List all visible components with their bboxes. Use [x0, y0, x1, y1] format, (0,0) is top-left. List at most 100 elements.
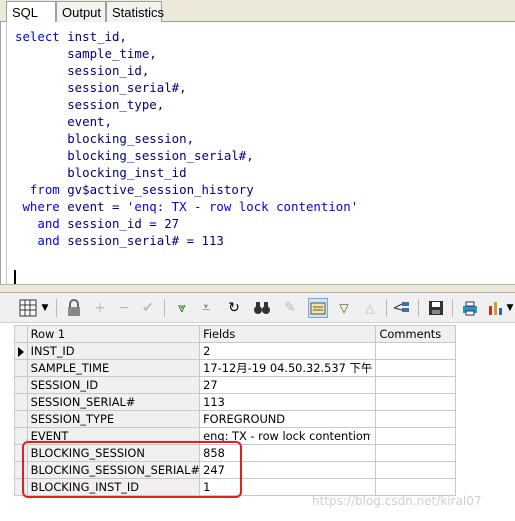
- chart-icon[interactable]: [486, 298, 506, 318]
- watermark: https://blog.csdn.net/kiral07: [312, 494, 482, 508]
- row-indicator[interactable]: [15, 360, 28, 377]
- sql-editor[interactable]: select inst_id, sample_time, session_id,…: [0, 22, 515, 286]
- table-row[interactable]: INST_ID 2: [15, 343, 456, 360]
- sql-line: event,: [15, 113, 358, 130]
- tab-statistics[interactable]: Statistics: [106, 1, 164, 22]
- comment-cell[interactable]: [376, 445, 456, 462]
- sql-line: session_id,: [15, 62, 358, 79]
- tab-sql[interactable]: SQL: [6, 1, 56, 23]
- more-ellipsis-button[interactable]: ···: [362, 360, 372, 376]
- sql-token: session_id,: [15, 63, 150, 78]
- add-record-icon[interactable]: +: [90, 298, 110, 318]
- table-row[interactable]: SESSION_SERIAL# 113: [15, 394, 456, 411]
- fetch-last-icon[interactable]: ⩡: [196, 298, 216, 318]
- toolbar-separator: [386, 299, 387, 317]
- fetch-next-icon[interactable]: ⩔: [172, 298, 192, 318]
- field-value-cell[interactable]: 17-12月-19 04.50.32.537 下午 ···: [200, 360, 377, 377]
- sql-line: where event = 'enq: TX - row lock conten…: [15, 198, 358, 215]
- clear-eraser-icon[interactable]: ✎: [280, 298, 300, 318]
- sql-line: and session_id = 27: [15, 215, 358, 232]
- sql-line: and session_serial# = 113: [15, 232, 358, 249]
- tab-output[interactable]: Output: [56, 1, 106, 22]
- sql-token: inst_id,: [67, 29, 127, 44]
- field-value-cell[interactable]: FOREGROUND: [200, 411, 377, 428]
- field-value-cell[interactable]: 27: [200, 377, 377, 394]
- row-indicator-header: [15, 326, 28, 343]
- comment-cell[interactable]: [376, 343, 456, 360]
- lock-icon[interactable]: [64, 298, 84, 318]
- row-indicator[interactable]: [15, 343, 28, 360]
- row-indicator[interactable]: [15, 411, 28, 428]
- filter-up-icon[interactable]: △: [360, 298, 380, 318]
- pane-splitter[interactable]: [0, 284, 515, 293]
- sql-token: session_type,: [15, 97, 165, 112]
- sql-line: blocking_session_serial#,: [15, 147, 358, 164]
- sql-token: session_serial#,: [15, 80, 187, 95]
- grid-layout-icon[interactable]: [18, 298, 38, 318]
- toolbar-separator: [452, 299, 453, 317]
- field-value-cell[interactable]: 113: [200, 394, 377, 411]
- comment-cell[interactable]: [376, 377, 456, 394]
- grid-toolbar: ▼ + − ✔ ⩔ ⩡ ↻ ✎ ▽ △ ▼: [0, 293, 515, 323]
- comment-cell[interactable]: [376, 462, 456, 479]
- export-icon[interactable]: [392, 298, 412, 318]
- column-header-fields[interactable]: Fields: [200, 326, 377, 343]
- field-value-text: FOREGROUND: [203, 412, 286, 426]
- row-indicator[interactable]: [15, 394, 28, 411]
- comment-cell[interactable]: [376, 428, 456, 445]
- comment-cell[interactable]: [376, 411, 456, 428]
- field-value-text: 27: [203, 378, 218, 392]
- refresh-icon[interactable]: ↻: [224, 298, 244, 318]
- result-tabs: SQL Output Statistics: [0, 0, 515, 23]
- sql-token: and: [15, 233, 68, 248]
- table-row[interactable]: SESSION_ID 27: [15, 377, 456, 394]
- sql-token: and: [15, 216, 68, 231]
- more-ellipsis-button[interactable]: ···: [362, 428, 372, 444]
- field-value-text: 17-12月-19 04.50.32.537 下午: [203, 361, 373, 375]
- current-row-pointer-icon: [18, 347, 24, 357]
- dropdown-arrow-icon[interactable]: ▼: [505, 298, 515, 318]
- sql-token: session_serial# = 113: [67, 233, 224, 248]
- field-value-cell[interactable]: 2: [200, 343, 377, 360]
- find-binoculars-icon[interactable]: [252, 298, 272, 318]
- save-icon[interactable]: [426, 298, 446, 318]
- sql-token: blocking_session,: [15, 131, 195, 146]
- delete-record-icon[interactable]: −: [114, 298, 134, 318]
- sql-token: blocking_inst_id: [15, 165, 187, 180]
- highlight-box: [22, 441, 242, 498]
- toolbar-separator: [164, 299, 165, 317]
- single-record-view-icon[interactable]: [308, 298, 328, 318]
- row-indicator[interactable]: [15, 377, 28, 394]
- sql-token: where: [15, 199, 68, 214]
- field-name-cell[interactable]: SAMPLE_TIME: [27, 360, 201, 377]
- filter-down-icon[interactable]: ▽: [334, 298, 354, 318]
- print-icon[interactable]: [460, 298, 480, 318]
- field-value-text: 2: [203, 344, 211, 358]
- sql-token: select: [15, 29, 68, 44]
- sql-line: session_serial#,: [15, 79, 358, 96]
- column-header-comments[interactable]: Comments: [376, 326, 456, 343]
- sql-code[interactable]: select inst_id, sample_time, session_id,…: [15, 28, 358, 249]
- sql-line: blocking_inst_id: [15, 164, 358, 181]
- field-name-cell[interactable]: INST_ID: [27, 343, 201, 360]
- dropdown-arrow-icon[interactable]: ▼: [40, 298, 50, 318]
- sql-token: from: [15, 182, 68, 197]
- column-header-row[interactable]: Row 1: [27, 326, 201, 343]
- field-name-cell[interactable]: SESSION_SERIAL#: [27, 394, 201, 411]
- field-value-text: 113: [203, 395, 225, 409]
- table-row[interactable]: SAMPLE_TIME 17-12月-19 04.50.32.537 下午 ···: [15, 360, 456, 377]
- comment-cell[interactable]: [376, 394, 456, 411]
- table-row[interactable]: SESSION_TYPE FOREGROUND: [15, 411, 456, 428]
- sql-token: gv$active_session_history: [67, 182, 254, 197]
- sql-token: session_id = 27: [67, 216, 180, 231]
- post-changes-icon[interactable]: ✔: [138, 298, 158, 318]
- sql-token: event,: [15, 114, 112, 129]
- field-name-cell[interactable]: SESSION_TYPE: [27, 411, 201, 428]
- sql-token: sample_time,: [15, 46, 157, 61]
- toolbar-separator: [418, 299, 419, 317]
- sql-line: session_type,: [15, 96, 358, 113]
- field-name-cell[interactable]: SESSION_ID: [27, 377, 201, 394]
- sql-token: event =: [67, 199, 127, 214]
- comment-cell[interactable]: [376, 360, 456, 377]
- sql-line: select inst_id,: [15, 28, 358, 45]
